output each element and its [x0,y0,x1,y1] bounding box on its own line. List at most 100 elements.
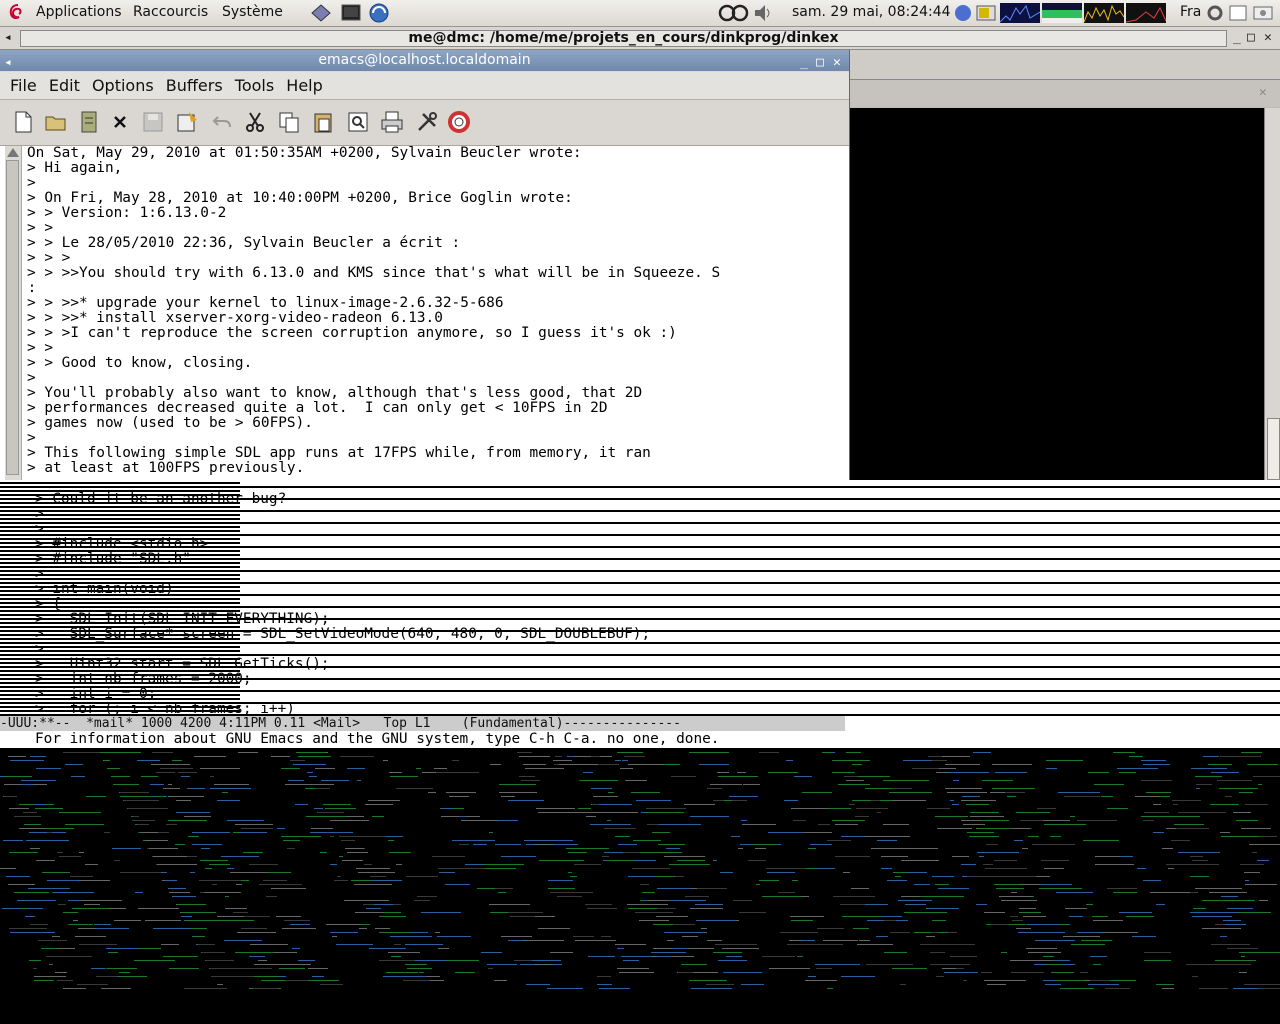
noise-pixel [75,936,106,937]
terminal-tab-strip [849,50,1280,80]
noise-pixel [487,964,517,965]
buffer-scrollbar[interactable] [5,146,22,480]
noise-pixel [184,816,211,817]
noise-pixel [904,912,947,913]
noise-pixel [436,772,479,773]
terminal-scrollbar[interactable] [1264,108,1280,480]
terminal-titlebar[interactable]: ◂ me@dmc: /home/me/projets_en_cours/dink… [0,27,1280,50]
buffer-scrollbar-thumb[interactable] [6,160,19,475]
noise-pixel [1203,756,1219,757]
debian-logo-icon[interactable] [8,3,26,21]
copy-icon[interactable] [277,110,301,134]
noise-pixel [618,844,637,845]
noise-pixel [238,832,267,833]
emacs-minimize-button[interactable]: _ [800,52,808,73]
shortcuts-menu[interactable]: Raccourcis [133,4,208,20]
noise-pixel [682,936,698,937]
noise-pixel [1160,796,1170,797]
noise-pixel [1019,912,1041,913]
network-launcher-icon[interactable] [310,2,332,24]
noise-pixel [1015,900,1026,901]
noise-pixel [979,856,984,857]
noise-pixel [930,964,970,965]
paste-icon[interactable] [311,110,335,134]
buffer-text[interactable]: On Sat, May 29, 2010 at 01:50:35AM +0200… [27,146,842,480]
cpu-monitor-icon[interactable] [1000,2,1040,24]
search-icon[interactable] [346,110,370,134]
noise-pixel [1144,812,1169,813]
web-browser-icon[interactable] [368,2,390,24]
noise-pixel [568,852,587,853]
battery-monitor-icon[interactable] [975,2,997,24]
noise-pixel [950,956,977,957]
terminal-output[interactable] [849,108,1264,480]
noise-pixel [141,832,158,833]
system-menu[interactable]: Système [222,4,283,20]
load-monitor-icon[interactable] [1126,2,1166,24]
noise-pixel [1190,876,1209,877]
noise-pixel [200,860,228,861]
network-monitor-icon[interactable] [1084,2,1124,24]
noise-pixel [962,796,980,797]
terminal-menu-icon[interactable]: ◂ [4,30,12,45]
network-status-icon[interactable] [953,2,973,24]
terminal-minimize-button[interactable]: _ [1233,30,1241,45]
emacs-window-menu-icon[interactable]: ◂ [4,52,12,73]
terminal-scrollbar-thumb[interactable] [1267,418,1280,480]
applications-menu[interactable]: Applications [36,4,122,20]
menu-buffers[interactable]: Buffers [166,72,223,95]
terminal-launcher-icon[interactable] [340,2,362,24]
menu-edit[interactable]: Edit [49,72,80,95]
buffer-line: > This following simple SDL app runs at … [27,445,651,461]
dired-icon[interactable] [77,110,101,134]
save-icon[interactable] [141,110,165,134]
preferences-icon[interactable] [415,110,439,134]
emacs-close-button[interactable]: ✕ [833,52,841,73]
menu-file[interactable]: File [10,72,37,95]
settings-icon[interactable] [1205,2,1225,24]
memory-monitor-icon[interactable] [1042,2,1082,24]
noise-pixel [9,808,29,809]
volume-icon[interactable] [752,2,774,24]
terminal-maximize-button[interactable]: □ [1247,30,1255,45]
menu-tools[interactable]: Tools [235,72,274,95]
screenshot-icon[interactable] [1252,2,1274,24]
scanline-stripe [0,662,240,664]
noise-pixel [722,948,759,949]
audio-applet-icon[interactable] [718,2,750,24]
noise-pixel [984,980,1026,981]
noise-pixel [218,984,223,985]
terminal-close-button[interactable]: ✕ [1264,30,1272,45]
noise-pixel [1043,820,1070,821]
menu-options[interactable]: Options [92,72,154,95]
open-folder-icon[interactable] [44,110,68,134]
new-file-icon[interactable] [11,110,35,134]
help-icon[interactable] [447,110,471,134]
emacs-titlebar[interactable]: ◂ emacs@localhost.localdomain _ □ ✕ [0,50,849,71]
noise-pixel [905,904,926,905]
noise-pixel [1253,776,1280,777]
emacs-maximize-button[interactable]: □ [816,52,824,73]
save-as-icon[interactable] [175,110,199,134]
noise-pixel [1019,908,1036,909]
undo-icon[interactable] [210,110,234,134]
emacs-buffer[interactable]: On Sat, May 29, 2010 at 01:50:35AM +0200… [0,146,849,480]
keyboard-layout[interactable]: Fra [1180,4,1201,20]
scanline-stripe [0,506,240,508]
noise-pixel [871,848,908,849]
window-list-icon[interactable] [1228,2,1248,24]
noise-pixel [499,792,537,793]
close-buffer-icon[interactable] [108,110,132,134]
noise-pixel [635,912,673,913]
terminal-tab-close-icon[interactable]: ✕ [1259,85,1267,100]
noise-pixel [370,876,386,877]
menu-help[interactable]: Help [286,72,322,95]
clock[interactable]: sam. 29 mai, 08:24:44 [792,4,951,20]
scroll-up-arrow-icon[interactable] [7,148,19,157]
noise-pixel [729,984,734,985]
noise-pixel [200,892,204,893]
print-icon[interactable] [380,110,404,134]
noise-pixel [967,832,994,833]
cut-icon[interactable] [243,110,267,134]
noise-pixel [1196,784,1212,785]
